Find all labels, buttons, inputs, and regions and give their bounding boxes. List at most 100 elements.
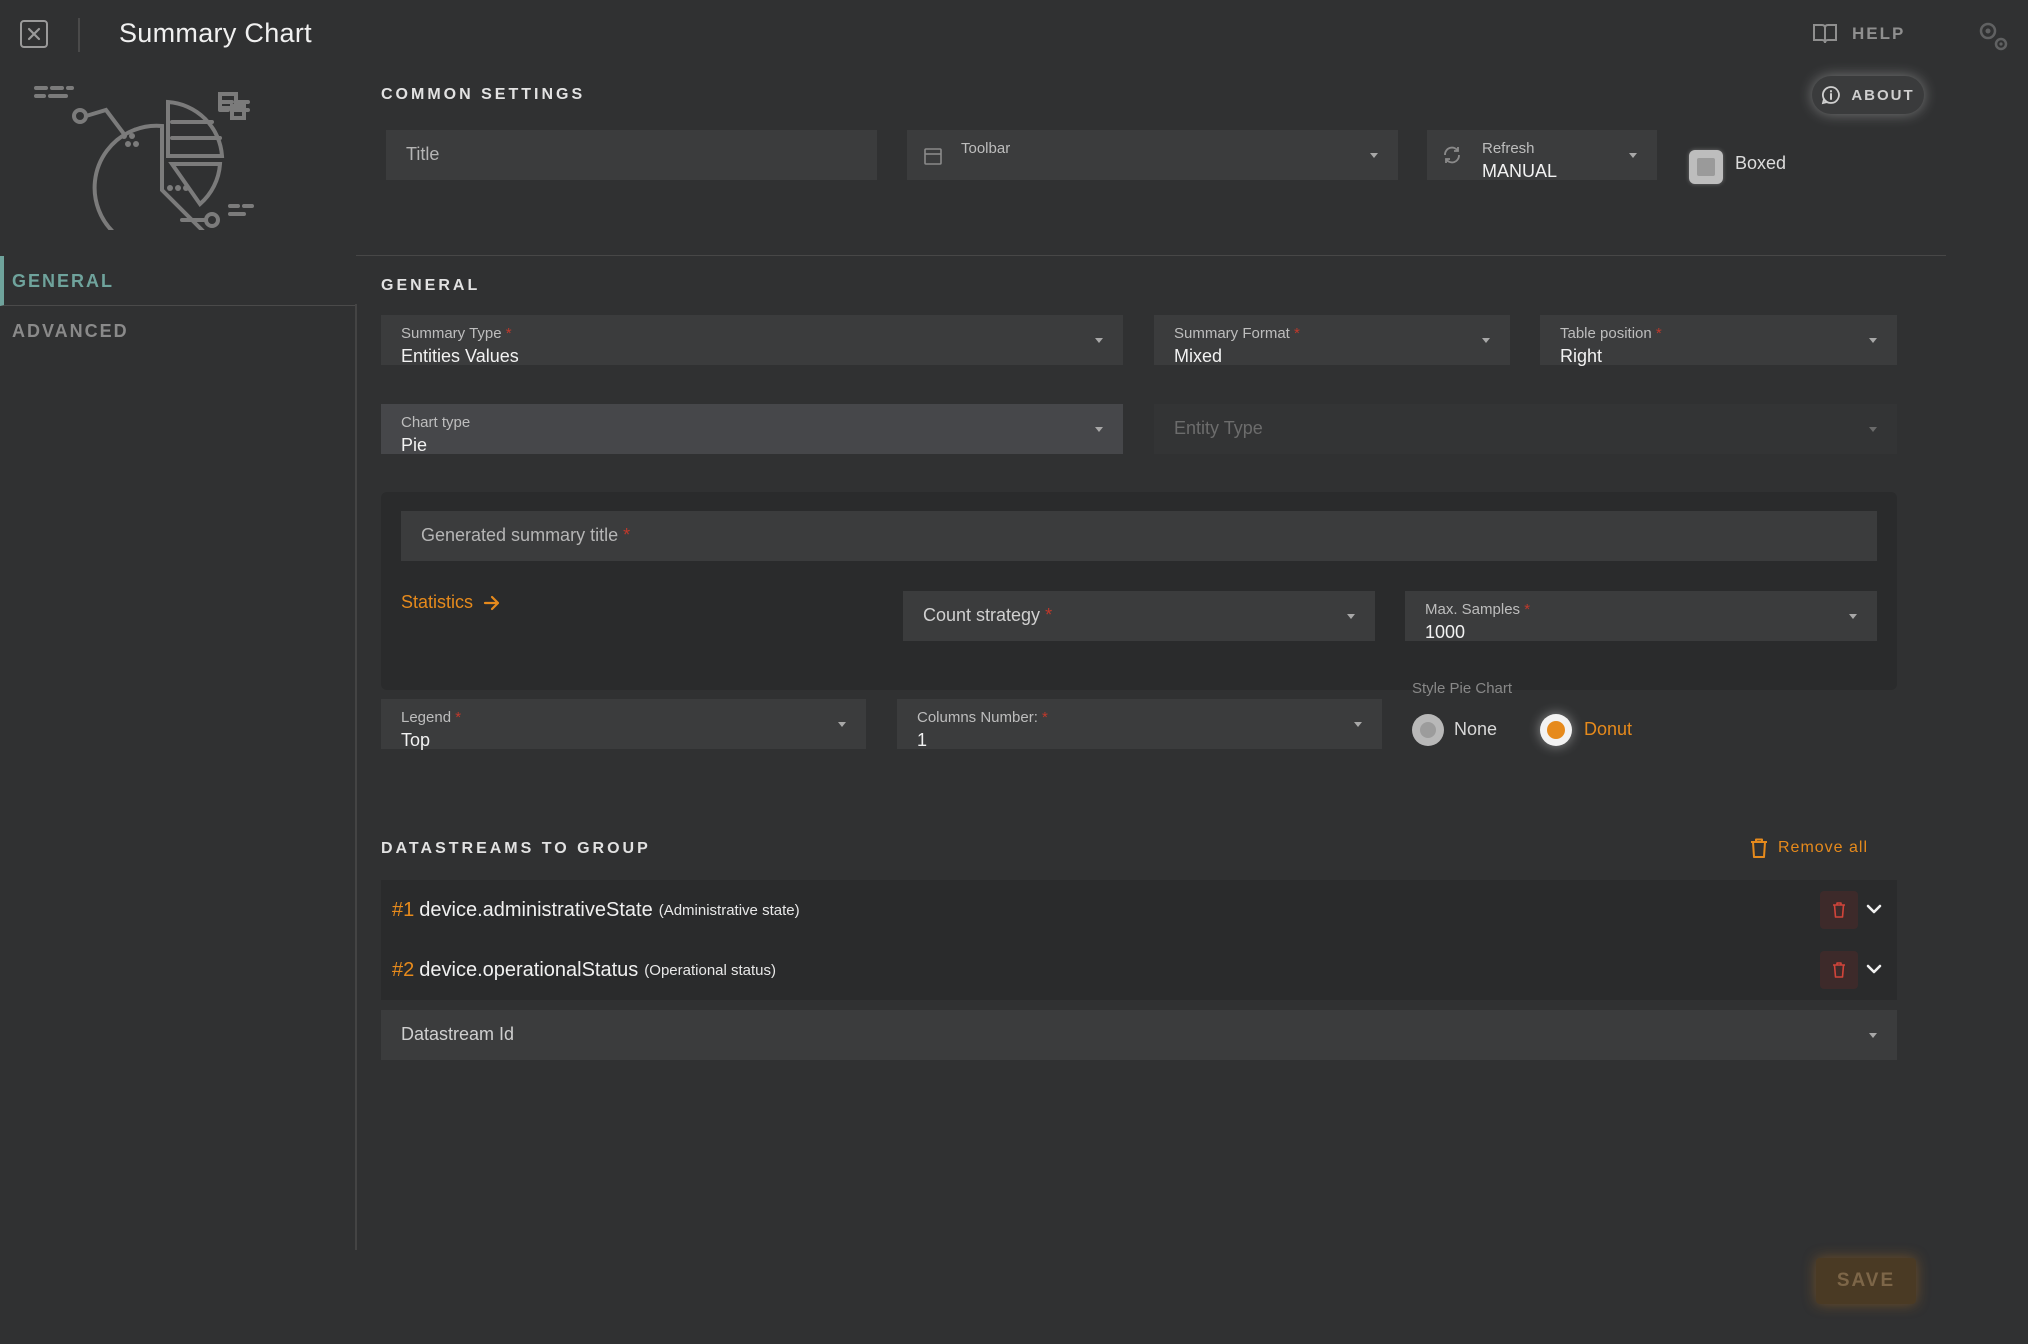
header-divider (78, 18, 80, 52)
chevron-down-icon[interactable] (1865, 898, 1883, 922)
gear-icon (1979, 22, 2008, 51)
chevron-down-icon (1347, 614, 1355, 619)
summary-format-select[interactable]: Summary Format * Mixed (1154, 315, 1510, 366)
radio-none-label[interactable]: None (1454, 719, 1497, 740)
remove-all-button[interactable]: Remove all (1750, 838, 1868, 858)
statistics-label: Statistics (401, 592, 474, 612)
table-position-select[interactable]: Table position * Right (1540, 315, 1897, 366)
required-mark: * (1294, 325, 1300, 342)
boxed-label: Boxed (1735, 153, 1787, 173)
style-pie-chart-label: Style Pie Chart (1412, 680, 1513, 697)
legend-select[interactable]: Legend * Top (381, 699, 866, 750)
trash-icon (1833, 962, 1845, 978)
legend-label: Legend (401, 709, 452, 726)
save-button[interactable]: SAVE (1816, 1258, 1916, 1304)
summary-format-value: Mixed (1174, 346, 1223, 366)
trash-icon (1751, 838, 1767, 858)
list-item: #2 device.operationalStatus (Operational… (381, 940, 1897, 1000)
radio-donut[interactable] (1540, 714, 1572, 746)
calendar-icon (924, 148, 942, 165)
datastream-description: (Administrative state) (658, 901, 800, 919)
legend-value: Top (401, 730, 431, 750)
table-position-value: Right (1560, 346, 1603, 366)
generated-summary-title-placeholder: Generated summary title (421, 525, 619, 545)
table-position-label: Table position (1560, 325, 1652, 342)
radio-dot (1420, 722, 1436, 738)
datastream-name: device.operationalStatus (419, 958, 639, 981)
chevron-down-icon (1482, 338, 1490, 343)
chart-type-label: Chart type (401, 414, 471, 431)
boxed-checkbox[interactable] (1689, 150, 1723, 184)
summary-format-label: Summary Format (1174, 325, 1290, 342)
sidebar-item-general[interactable]: GENERAL (0, 256, 356, 306)
sidebar-item-advanced[interactable]: ADVANCED (0, 306, 356, 356)
chevron-down-icon[interactable] (1865, 958, 1883, 982)
toolbar-select[interactable]: Toolbar (907, 130, 1398, 180)
help-button[interactable]: HELP (1812, 22, 1905, 46)
required-mark: * (1524, 601, 1531, 618)
chevron-down-icon (1869, 427, 1877, 432)
toolbar-label: Toolbar (961, 140, 1011, 157)
datastream-number: #2 (392, 958, 415, 981)
trash-icon (1833, 902, 1845, 918)
refresh-select[interactable]: Refresh MANUAL (1427, 130, 1657, 181)
about-label: ABOUT (1851, 86, 1915, 104)
list-item: #1 device.administrativeState (Administr… (381, 880, 1897, 940)
required-mark: * (1045, 605, 1053, 625)
arrow-right-icon (483, 595, 500, 610)
chevron-down-icon (1869, 338, 1877, 343)
general-section-title: GENERAL (381, 277, 481, 294)
datastreams-section-title: DATASTREAMS TO GROUP (381, 840, 651, 857)
max-samples-label: Max. Samples (1425, 601, 1521, 618)
required-mark: * (623, 525, 631, 545)
datastream-list: #1 device.administrativeState (Administr… (381, 880, 1897, 1000)
title-placeholder: Title (406, 144, 440, 164)
generated-summary-title-input[interactable]: Generated summary title * (401, 511, 1877, 561)
entity-type-placeholder: Entity Type (1174, 418, 1263, 438)
pie-chart-illustration-icon (32, 80, 292, 252)
close-icon (27, 27, 41, 41)
sidebar-divider (355, 304, 357, 1250)
close-button[interactable] (20, 20, 48, 48)
count-strategy-select[interactable]: Count strategy * (903, 591, 1375, 641)
refresh-label: Refresh (1482, 140, 1535, 157)
chevron-down-icon (838, 722, 846, 727)
chevron-down-icon (1095, 338, 1103, 343)
help-label: HELP (1852, 24, 1906, 43)
chevron-down-icon (1095, 427, 1103, 432)
delete-datastream-button[interactable] (1820, 891, 1858, 929)
delete-datastream-button[interactable] (1820, 951, 1858, 989)
radio-donut-label[interactable]: Donut (1584, 719, 1632, 740)
about-button[interactable]: ABOUT (1812, 76, 1924, 114)
datastream-number: #1 (392, 898, 415, 921)
info-icon (1822, 86, 1841, 105)
radio-none[interactable] (1412, 714, 1444, 746)
summary-type-value: Entities Values (401, 346, 519, 366)
datastream-description: (Operational status) (644, 961, 777, 979)
columns-number-label: Columns Number: (917, 709, 1038, 726)
section-divider (356, 255, 1946, 256)
max-samples-value: 1000 (1425, 622, 1466, 642)
settings-gear-button[interactable] (1975, 18, 2011, 59)
datastream-id-select[interactable]: Datastream Id (381, 1010, 1897, 1060)
refresh-value: MANUAL (1482, 161, 1558, 181)
summary-type-select[interactable]: Summary Type * Entities Values (381, 315, 1123, 366)
chevron-down-icon (1869, 1033, 1877, 1038)
entity-type-select[interactable]: Entity Type (1154, 404, 1897, 454)
required-mark: * (1042, 709, 1048, 726)
datastream-id-placeholder: Datastream Id (401, 1024, 515, 1044)
statistics-link[interactable]: Statistics (401, 592, 501, 613)
columns-number-select[interactable]: Columns Number: * 1 (897, 699, 1382, 750)
refresh-icon (1444, 146, 1460, 164)
count-strategy-placeholder: Count strategy (923, 605, 1041, 625)
required-mark: * (1655, 325, 1662, 342)
summary-type-label: Summary Type (401, 325, 502, 342)
book-help-icon (1813, 24, 1837, 44)
chevron-down-icon (1629, 153, 1637, 158)
chart-type-select[interactable]: Chart type Pie (381, 404, 1123, 455)
page-title: Summary Chart (119, 18, 312, 48)
columns-number-value: 1 (917, 730, 928, 750)
chevron-down-icon (1354, 722, 1362, 727)
title-input[interactable]: Title (386, 130, 877, 180)
max-samples-select[interactable]: Max. Samples * 1000 (1405, 591, 1877, 642)
